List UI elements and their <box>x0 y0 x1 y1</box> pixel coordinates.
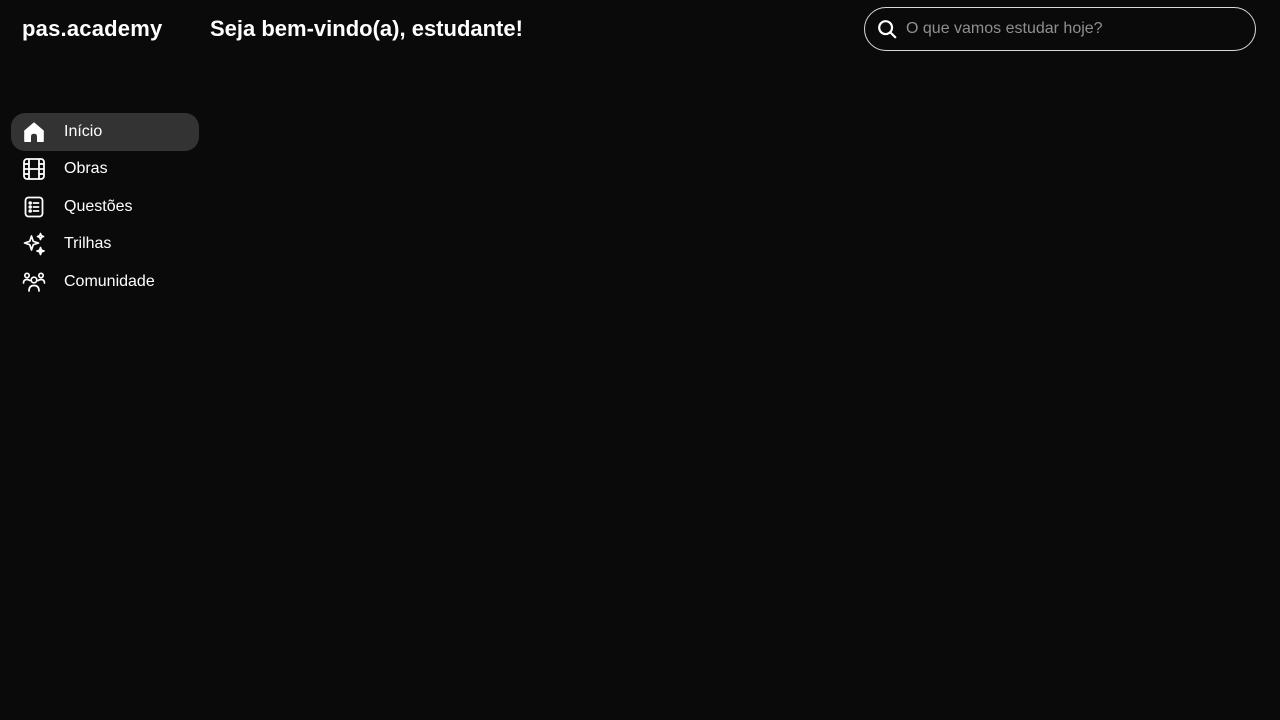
users-icon <box>21 269 47 295</box>
search-bar[interactable] <box>864 7 1256 51</box>
sidebar-item-label: Questões <box>64 197 133 215</box>
film-icon <box>21 156 47 182</box>
logo[interactable]: pas.academy <box>22 14 162 44</box>
welcome-heading: Seja bem-vindo(a), estudante! <box>210 16 523 41</box>
home-icon <box>21 119 47 145</box>
sidebar-item-label: Obras <box>64 160 108 178</box>
sidebar: Início Obras Questões Trilhas Comunidade <box>11 113 199 301</box>
sidebar-item-label: Trilhas <box>64 235 112 253</box>
sidebar-item-obras[interactable]: Obras <box>11 151 199 189</box>
sidebar-item-trilhas[interactable]: Trilhas <box>11 226 199 264</box>
sidebar-item-comunidade[interactable]: Comunidade <box>11 263 199 301</box>
sidebar-item-questoes[interactable]: Questões <box>11 188 199 226</box>
sparkles-icon <box>21 231 47 257</box>
sidebar-item-label: Comunidade <box>64 272 155 290</box>
sidebar-item-label: Início <box>64 122 103 140</box>
app-window: pas.academy Seja bem-vindo(a), estudante… <box>0 0 1280 720</box>
search-icon[interactable] <box>876 18 898 40</box>
search-input[interactable] <box>906 14 1255 44</box>
sidebar-item-inicio[interactable]: Início <box>11 113 199 151</box>
list-icon <box>21 194 47 220</box>
